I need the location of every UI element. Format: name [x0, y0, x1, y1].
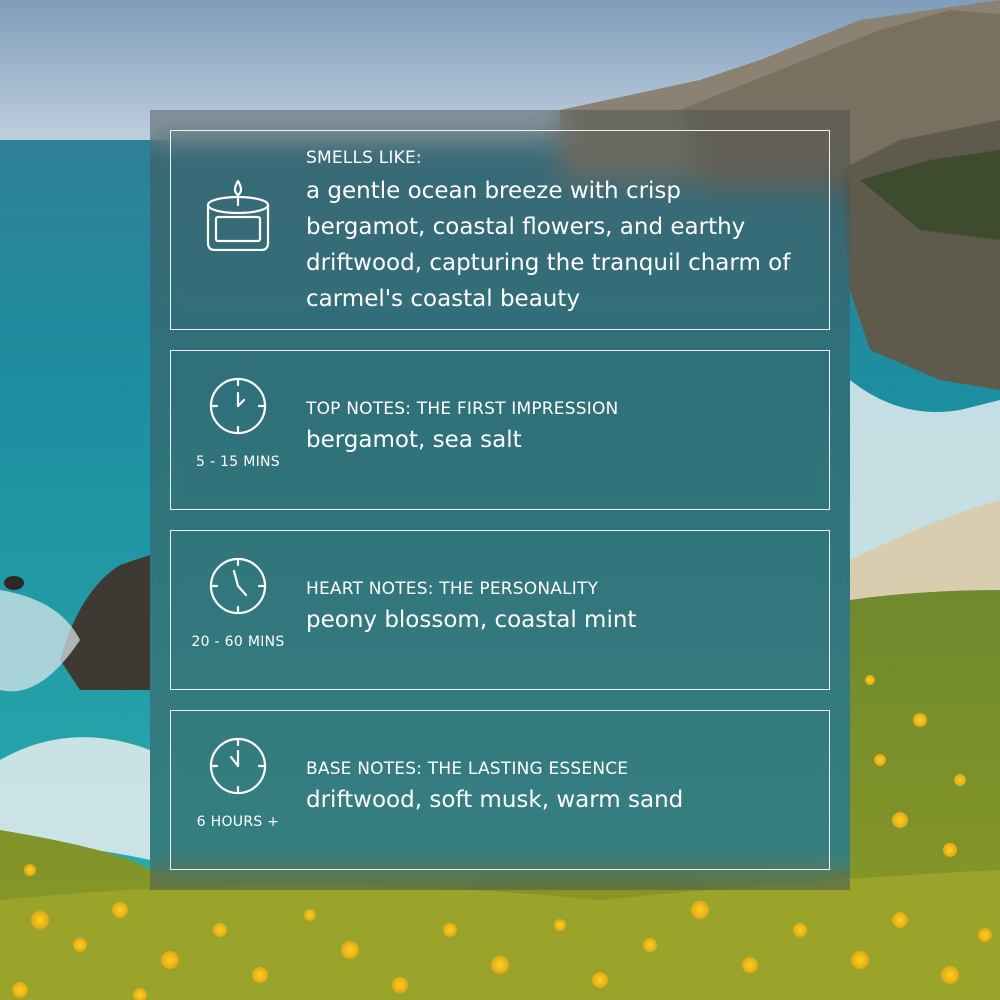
top-notes-value: bergamot, sea salt	[306, 427, 522, 453]
top-notes-text: TOP NOTES: THE FIRST IMPRESSION bergamot…	[306, 398, 799, 458]
smells-like-card: SMELLS LIKE: a gentle ocean breeze with …	[170, 130, 830, 330]
top-notes-duration: 5 - 15 MINS	[196, 454, 280, 470]
base-notes-card: 6 HOURS + BASE NOTES: THE LASTING ESSENC…	[170, 710, 830, 870]
base-notes-text: BASE NOTES: THE LASTING ESSENCE driftwoo…	[306, 758, 799, 818]
smells-like-label: SMELLS LIKE:	[306, 148, 422, 168]
clock-icon	[207, 735, 269, 797]
clock-icon	[207, 555, 269, 617]
heart-notes-duration: 20 - 60 MINS	[191, 634, 285, 650]
base-notes-label: BASE NOTES: THE LASTING ESSENCE	[306, 759, 629, 779]
heart-notes-value: peony blossom, coastal mint	[306, 607, 637, 633]
candle-icon	[201, 177, 275, 252]
heart-notes-card: 20 - 60 MINS HEART NOTES: THE PERSONALIT…	[170, 530, 830, 690]
smells-like-text: SMELLS LIKE: a gentle ocean breeze with …	[306, 147, 799, 317]
smells-like-description: a gentle ocean breeze with crisp bergamo…	[306, 178, 791, 312]
top-notes-card: 5 - 15 MINS TOP NOTES: THE FIRST IMPRESS…	[170, 350, 830, 510]
heart-notes-text: HEART NOTES: THE PERSONALITY peony bloss…	[306, 578, 799, 638]
heart-notes-label: HEART NOTES: THE PERSONALITY	[306, 579, 599, 599]
scent-info-panel: SMELLS LIKE: a gentle ocean breeze with …	[150, 110, 850, 890]
base-notes-duration: 6 HOURS +	[196, 814, 280, 830]
top-notes-label: TOP NOTES: THE FIRST IMPRESSION	[306, 399, 619, 419]
base-notes-value: driftwood, soft musk, warm sand	[306, 787, 684, 813]
clock-icon	[207, 375, 269, 437]
